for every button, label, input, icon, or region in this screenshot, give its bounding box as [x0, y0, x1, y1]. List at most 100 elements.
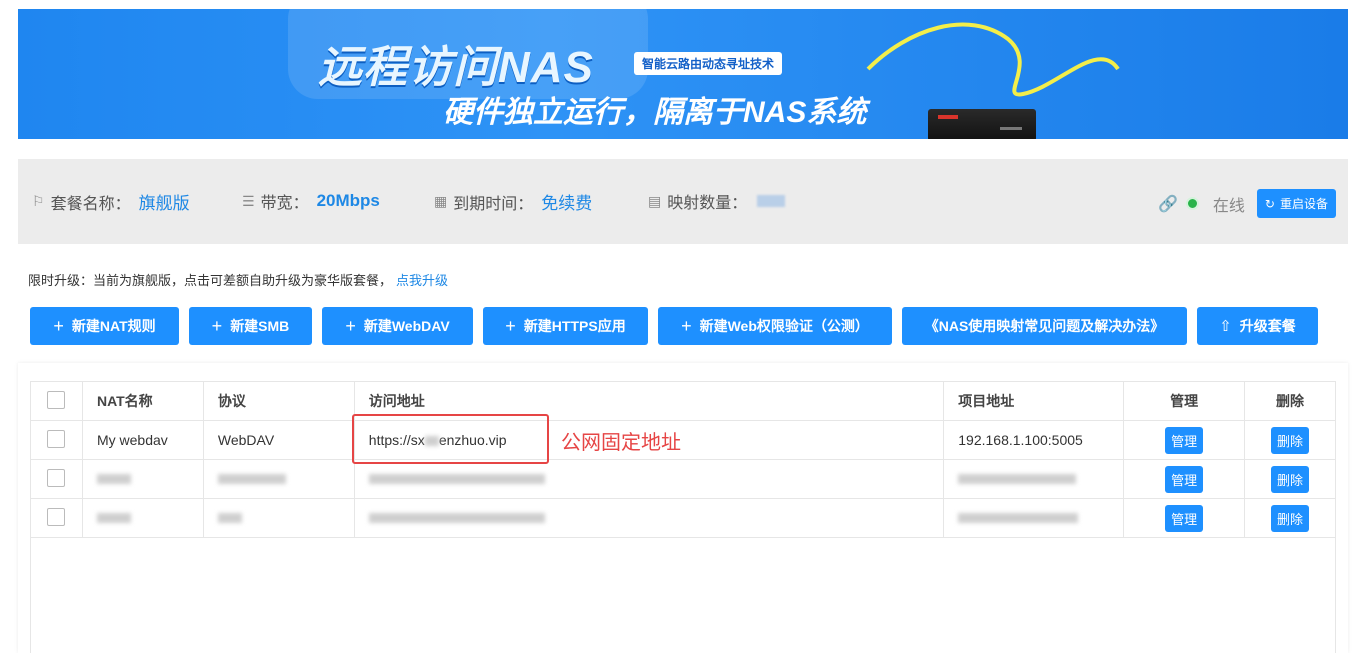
row-delete-cell: 删除: [1244, 420, 1336, 460]
banner-title: 远程访问NAS: [318, 43, 594, 92]
manage-button[interactable]: 管理: [1165, 426, 1204, 454]
mapping-count-blurred: [757, 195, 786, 207]
blurred-text: [96, 474, 131, 484]
row-address-blurred: [353, 498, 945, 538]
link-icon: 🔗: [1157, 195, 1178, 213]
blurred-text: [96, 513, 131, 523]
new-webdav-button[interactable]: + 新建WebDAV: [322, 307, 473, 345]
plus-icon: +: [53, 315, 64, 336]
plan-info: ⚐ 套餐名称： 旗舰版: [32, 189, 190, 214]
new-smb-label: 新建SMB: [230, 318, 290, 334]
row-select-cell: [30, 459, 83, 499]
manage-button[interactable]: 管理: [1165, 465, 1204, 493]
device-info-bar: ⚐ 套餐名称： 旗舰版 ☰ 带宽： 20Mbps ▦ 到期时间： 免续费 ▤ 映…: [18, 159, 1348, 244]
row-project-blurred: [943, 498, 1125, 538]
row-protocol: WebDAV: [202, 420, 355, 460]
blurred-text: [958, 474, 1077, 484]
select-all-cell: [30, 381, 83, 421]
refresh-icon: ↻: [1264, 196, 1275, 211]
promo-banner[interactable]: 远程访问NAS 智能云路由动态寻址技术 硬件独立运行，隔离于NAS系统: [18, 9, 1348, 139]
upgrade-link[interactable]: 点我升级: [396, 273, 448, 288]
new-https-button[interactable]: + 新建HTTPS应用: [483, 307, 648, 345]
blurred-text: [217, 474, 286, 484]
row-checkbox[interactable]: [47, 507, 66, 526]
restart-device-button[interactable]: ↻ 重启设备: [1256, 189, 1336, 218]
blurred-text: [368, 474, 545, 484]
row-checkbox[interactable]: [47, 468, 66, 487]
table-row: My webdav WebDAV https://sx enzhuo.vip 19…: [30, 420, 1336, 460]
delete-button[interactable]: 删除: [1271, 504, 1310, 532]
delete-button[interactable]: 删除: [1271, 426, 1310, 454]
restart-label: 重启设备: [1279, 197, 1328, 211]
plus-icon: +: [211, 315, 223, 336]
row-manage-cell: 管理: [1123, 498, 1246, 538]
row-delete-cell: 删除: [1244, 498, 1336, 538]
new-https-label: 新建HTTPS应用: [523, 318, 626, 334]
blurred-text: [368, 513, 545, 523]
new-web-auth-button[interactable]: + 新建Web权限验证（公测）: [658, 307, 892, 345]
table-row: 管理 删除: [30, 498, 1336, 538]
delete-button[interactable]: 删除: [1271, 465, 1310, 493]
new-nat-button[interactable]: + 新建NAT规则: [30, 307, 179, 345]
upgrade-plan-button[interactable]: ⇧ 升级套餐: [1197, 307, 1318, 345]
upgrade-plan-label: 升级套餐: [1239, 318, 1296, 334]
faq-label: 《NAS使用映射常见问题及解决办法》: [924, 318, 1165, 334]
new-smb-button[interactable]: + 新建SMB: [189, 307, 312, 345]
banner-subtitle: 硬件独立运行，隔离于NAS系统: [443, 96, 867, 129]
flag-icon: ⚐: [32, 193, 45, 209]
row-checkbox[interactable]: [47, 429, 66, 448]
bandwidth-value: 20Mbps: [316, 191, 380, 210]
select-all-checkbox[interactable]: [47, 390, 66, 409]
row-project-blurred: [943, 459, 1125, 499]
annotation-highlight-box: [352, 414, 549, 464]
rules-panel: NAT名称 协议 访问地址 项目地址 管理 删除 My webdav WebDA…: [18, 363, 1348, 653]
table-header-row: NAT名称 协议 访问地址 项目地址 管理 删除: [30, 381, 1336, 421]
online-status-dot: [1185, 197, 1199, 210]
blurred-text: [958, 513, 1079, 523]
bandwidth-info: ☰ 带宽： 20Mbps: [242, 189, 380, 213]
bandwidth-label: 带宽：: [260, 195, 309, 212]
rules-table: NAT名称 协议 访问地址 项目地址 管理 删除 My webdav WebDA…: [30, 381, 1336, 538]
banner-tag: 智能云路由动态寻址技术: [634, 52, 783, 75]
status-area: 🔗 在线 ↻ 重启设备: [1158, 189, 1336, 218]
expire-label: 到期时间：: [453, 195, 534, 213]
manage-button[interactable]: 管理: [1165, 504, 1204, 532]
mapping-info: ▤ 映射数量：: [648, 189, 786, 213]
plus-icon: +: [681, 315, 692, 336]
annotation-label: 公网固定地址: [561, 432, 681, 454]
col-header-project: 项目地址: [943, 381, 1125, 421]
document-icon: ▤: [648, 192, 662, 209]
sliders-icon: ☰: [242, 192, 255, 209]
row-manage-cell: 管理: [1123, 459, 1246, 499]
row-project: 192.168.1.100:5005: [943, 420, 1125, 460]
new-web-auth-label: 新建Web权限验证（公测）: [699, 318, 869, 334]
mapping-label: 映射数量：: [667, 195, 748, 212]
upgrade-notice: 限时升级：当前为旗舰版，点击可差额自助升级为豪华版套餐， 点我升级: [28, 270, 448, 289]
col-header-name: NAT名称: [81, 381, 204, 421]
row-protocol-blurred: [202, 459, 355, 499]
calendar-icon: ▦: [434, 193, 448, 209]
expire-value: 免续费: [541, 194, 593, 213]
row-address-blurred: [353, 459, 945, 499]
nas-device-image: [928, 109, 1036, 139]
row-manage-cell: 管理: [1123, 420, 1246, 460]
new-webdav-label: 新建WebDAV: [363, 318, 450, 334]
plan-value: 旗舰版: [138, 194, 190, 213]
faq-button[interactable]: 《NAS使用映射常见问题及解决办法》: [902, 307, 1187, 345]
online-status-text: 在线: [1212, 197, 1245, 215]
upgrade-notice-text: 限时升级：当前为旗舰版，点击可差额自助升级为豪华版套餐，: [28, 273, 393, 288]
plus-icon: +: [505, 315, 516, 336]
expire-info: ▦ 到期时间： 免续费: [434, 189, 592, 214]
row-name-blurred: [81, 459, 204, 499]
row-name-blurred: [81, 498, 204, 538]
col-header-manage: 管理: [1123, 381, 1246, 421]
col-header-protocol: 协议: [202, 381, 355, 421]
table-row: 管理 删除: [30, 459, 1336, 499]
blurred-text: [217, 513, 242, 523]
row-select-cell: [30, 420, 83, 460]
plan-label: 套餐名称：: [50, 195, 131, 213]
row-select-cell: [30, 498, 83, 538]
row-name: My webdav: [81, 420, 204, 460]
new-nat-label: 新建NAT规则: [71, 318, 156, 334]
upload-circle-icon: ⇧: [1219, 318, 1232, 335]
